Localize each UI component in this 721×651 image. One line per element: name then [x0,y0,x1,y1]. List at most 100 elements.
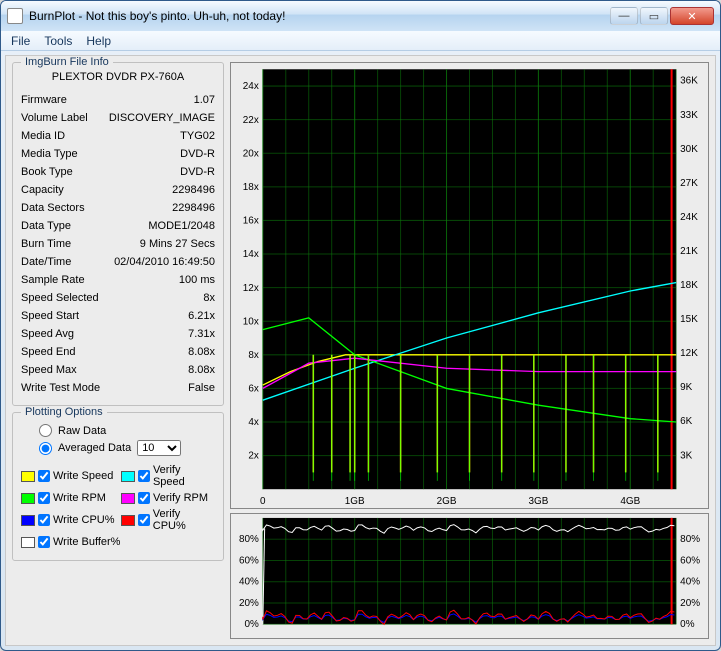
info-row: Firmware1.07 [21,91,215,109]
svg-text:0: 0 [260,496,266,507]
plotting-options-group: Plotting Options Raw Data Averaged Data … [12,412,224,561]
info-value: 100 ms [179,274,215,286]
info-value: DVD-R [180,166,215,178]
series-label: Write Speed [53,470,113,482]
info-row: Sample Rate100 ms [21,271,215,289]
svg-text:4GB: 4GB [620,496,640,507]
series-label: Verify CPU% [153,508,215,532]
svg-text:14x: 14x [243,249,259,260]
series-checkbox[interactable] [38,514,50,526]
info-row: Media TypeDVD-R [21,145,215,163]
svg-text:20%: 20% [239,598,259,609]
svg-text:20%: 20% [680,598,700,609]
info-row: Capacity 2298496 [21,181,215,199]
svg-text:2x: 2x [248,451,258,462]
svg-text:6K: 6K [680,416,692,427]
app-window: BurnPlot - Not this boy's pinto. Uh-uh, … [0,0,721,651]
svg-text:21K: 21K [680,246,698,257]
svg-text:80%: 80% [239,534,259,545]
info-label: Burn Time [21,238,71,250]
info-row: Speed End8.08x [21,343,215,361]
series-checkbox[interactable] [38,536,50,548]
svg-text:20x: 20x [243,148,259,159]
series-checkbox[interactable] [38,492,50,504]
svg-text:0%: 0% [244,619,259,630]
svg-text:40%: 40% [239,577,259,588]
svg-text:36K: 36K [680,76,698,87]
svg-text:18K: 18K [680,280,698,291]
right-column: 2x4x6x8x10x12x14x16x18x20x22x24x3K6K9K12… [230,62,709,639]
legend-item: Verify RPM [121,492,215,504]
info-value: DVD-R [180,148,215,160]
legend-item: Verify Speed [121,464,215,488]
raw-data-radio[interactable] [39,424,52,437]
info-label: Speed Avg [21,328,74,340]
info-value: 2298496 [172,202,215,214]
info-value: False [188,382,215,394]
series-checkbox[interactable] [138,514,150,526]
svg-text:3GB: 3GB [528,496,548,507]
menu-help[interactable]: Help [86,34,111,48]
info-label: Data Type [21,220,71,232]
close-button[interactable]: ✕ [670,7,714,25]
raw-data-row: Raw Data [39,424,215,437]
info-label: Speed Selected [21,292,99,304]
svg-text:6x: 6x [248,383,258,394]
svg-text:24K: 24K [680,212,698,223]
svg-text:0%: 0% [680,619,695,630]
color-swatch [21,515,35,526]
info-label: Volume Label [21,112,88,124]
series-label: Write Buffer% [53,536,120,548]
color-swatch [21,493,35,504]
window-buttons: ― ▭ ✕ [610,7,714,25]
menu-tools[interactable]: Tools [44,34,72,48]
legend-item: Write RPM [21,492,115,504]
info-value: 2298496 [172,184,215,196]
average-window-select[interactable]: 10 [137,440,181,456]
svg-text:16x: 16x [243,215,259,226]
minimize-button[interactable]: ― [610,7,638,25]
info-label: Capacity [21,184,64,196]
file-info-group: ImgBurn File Info PLEXTOR DVDR PX-760A F… [12,62,224,406]
color-swatch [121,493,135,504]
svg-text:18x: 18x [243,182,259,193]
info-row: Write Test Mode False [21,379,215,397]
maximize-button[interactable]: ▭ [640,7,668,25]
info-label: Write Test Mode [21,382,100,394]
titlebar[interactable]: BurnPlot - Not this boy's pinto. Uh-uh, … [1,1,720,31]
info-row: Burn Time9 Mins 27 Secs [21,235,215,253]
info-label: Media ID [21,130,65,142]
averaged-data-radio[interactable] [39,442,52,455]
svg-text:60%: 60% [680,555,700,566]
svg-text:2GB: 2GB [437,496,457,507]
legend-item: Write CPU% [21,508,115,532]
window-title: BurnPlot - Not this boy's pinto. Uh-uh, … [29,9,610,23]
info-row: Speed Selected 8x [21,289,215,307]
svg-text:40%: 40% [680,577,700,588]
info-row: Speed Max8.08x [21,361,215,379]
series-checkbox[interactable] [138,470,150,482]
series-checkbox[interactable] [138,492,150,504]
color-swatch [21,471,35,482]
info-row: Data Sectors2298496 [21,199,215,217]
info-row: Date/Time02/04/2010 16:49:50 [21,253,215,271]
info-row: Speed Start6.21x [21,307,215,325]
svg-text:80%: 80% [680,534,700,545]
svg-text:33K: 33K [680,110,698,121]
series-checkbox[interactable] [38,470,50,482]
svg-text:27K: 27K [680,178,698,189]
averaged-data-row: Averaged Data 10 [39,440,215,456]
raw-data-label: Raw Data [58,425,106,437]
svg-text:22x: 22x [243,115,259,126]
info-row: Media IDTYG02 [21,127,215,145]
buffer-plot[interactable]: 0% 0% 20% 20% 40% 40% 60% 60% 80% 80% [230,513,709,639]
menu-file[interactable]: File [11,34,30,48]
color-swatch [21,537,35,548]
info-value: 8x [203,292,215,304]
info-row: Book Type DVD-R [21,163,215,181]
main-plot[interactable]: 2x4x6x8x10x12x14x16x18x20x22x24x3K6K9K12… [230,62,709,509]
info-label: Book Type [21,166,73,178]
info-value: 7.31x [188,328,215,340]
info-row: Data TypeMODE1/2048 [21,217,215,235]
svg-text:60%: 60% [239,555,259,566]
